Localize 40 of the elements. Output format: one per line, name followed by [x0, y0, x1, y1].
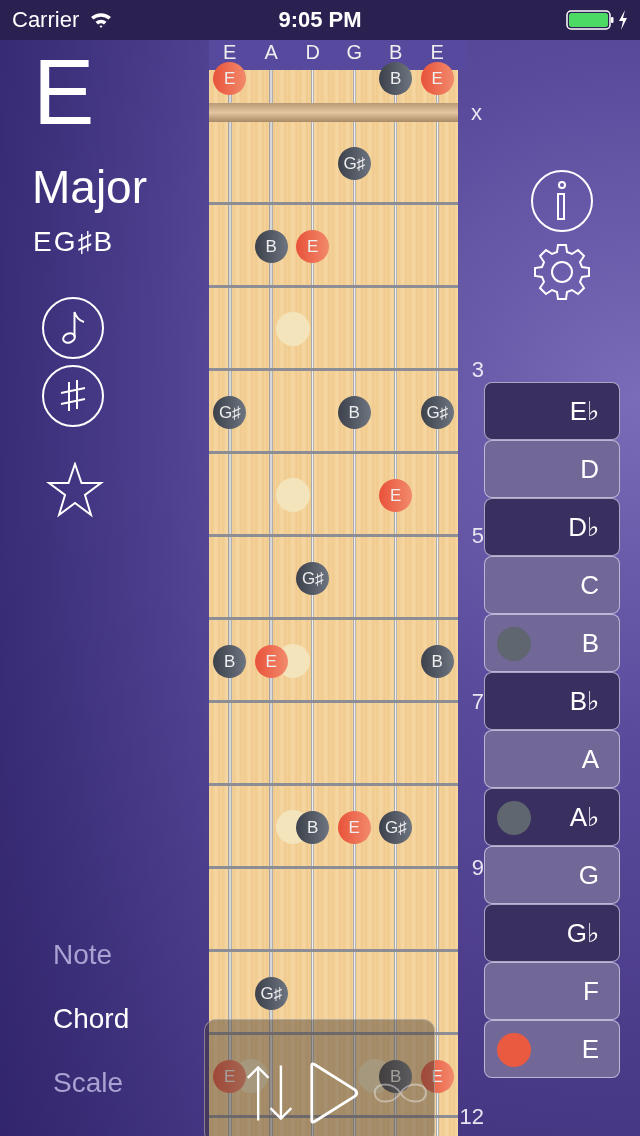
- music-note-icon[interactable]: [41, 296, 105, 360]
- note-button[interactable]: F: [484, 962, 620, 1020]
- note-button[interactable]: A♭: [484, 788, 620, 846]
- note-button[interactable]: A: [484, 730, 620, 788]
- chord-root: E: [33, 46, 95, 138]
- note-button[interactable]: G: [484, 846, 620, 904]
- mute-label: x: [470, 101, 483, 124]
- string-name: E: [429, 42, 445, 62]
- play-icon[interactable]: [308, 1059, 360, 1126]
- wifi-icon: [89, 11, 114, 29]
- star-icon[interactable]: [46, 462, 104, 518]
- note-button[interactable]: D: [484, 440, 620, 498]
- note-button[interactable]: B: [484, 614, 620, 672]
- note-button[interactable]: D♭: [484, 498, 620, 556]
- info-icon[interactable]: [530, 169, 594, 233]
- chord-quality: Major: [32, 160, 148, 214]
- carrier-label: Carrier: [12, 7, 80, 33]
- string-name: E: [222, 42, 238, 62]
- note-button[interactable]: B♭: [484, 672, 620, 730]
- string-name: B: [388, 42, 404, 62]
- fret-number: 5: [470, 525, 484, 547]
- mode-tab[interactable]: Note: [0, 932, 130, 978]
- note-button[interactable]: E: [484, 1020, 620, 1078]
- note-button[interactable]: C: [484, 556, 620, 614]
- sharp-icon[interactable]: [41, 364, 105, 428]
- fret-number: 12: [458, 1106, 484, 1128]
- note-button[interactable]: G♭: [484, 904, 620, 962]
- clock: 9:05 PM: [278, 7, 362, 33]
- fret-number: 7: [470, 691, 484, 713]
- mode-tab[interactable]: Scale: [0, 1060, 130, 1106]
- fret-number: 3: [470, 359, 484, 381]
- mode-tab[interactable]: Chord: [0, 996, 130, 1042]
- string-name: A: [263, 42, 279, 62]
- note-button[interactable]: E♭: [484, 382, 620, 440]
- string-name: G: [345, 42, 364, 62]
- battery-icon: [566, 10, 614, 30]
- chord-notes: EG♯B: [33, 226, 115, 258]
- fret-number: 9: [470, 857, 484, 879]
- charging-icon: [618, 10, 628, 30]
- string-name: D: [304, 42, 321, 62]
